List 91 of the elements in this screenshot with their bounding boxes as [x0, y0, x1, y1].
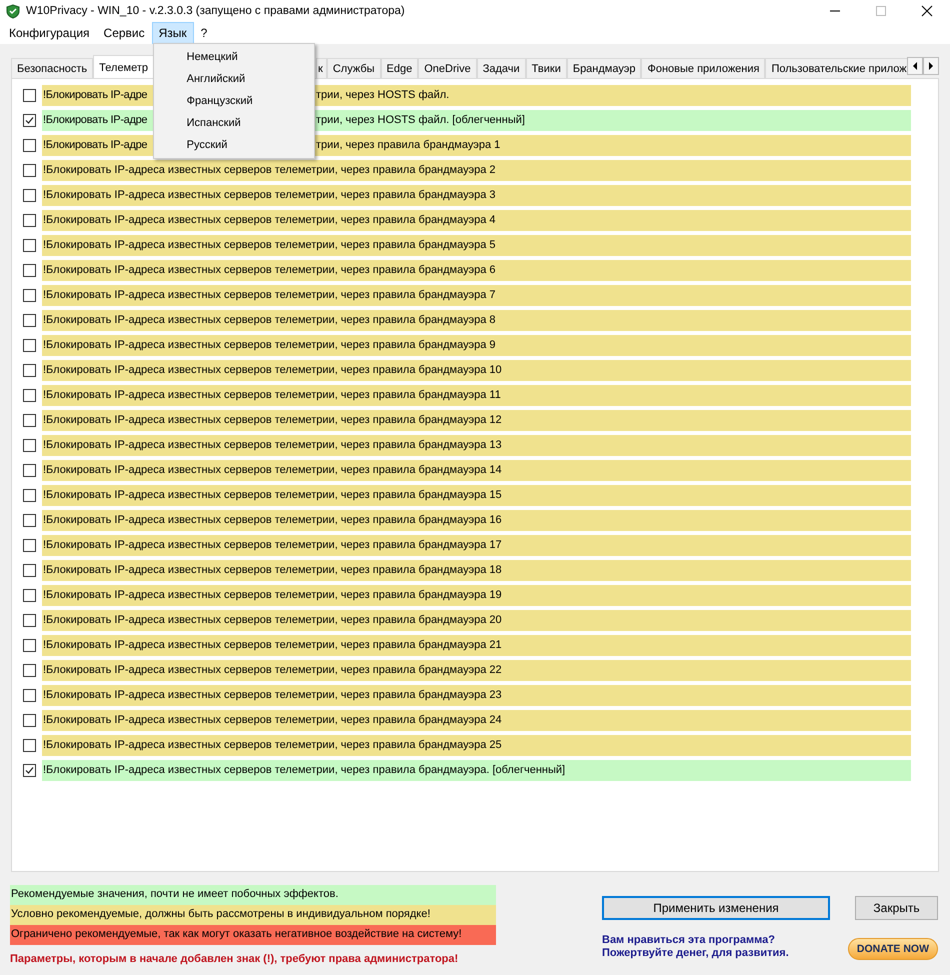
setting-label: !Блокировать IP-адреса известных серверов телеметрии, через правила брандмауэра 5 [42, 235, 911, 256]
setting-label: !Блокировать IP-адреса известных серверов телеметрии, через правила брандмауэра 7 [42, 285, 911, 306]
tab[interactable]: OneDrive [418, 58, 477, 78]
checkbox[interactable] [23, 689, 36, 702]
checkbox[interactable] [23, 564, 36, 577]
setting-label-part: трии, через HOSTS файл. [316, 88, 450, 103]
menu-option[interactable]: Английский [154, 68, 314, 90]
checkbox[interactable] [23, 289, 36, 302]
setting-label: !Блокировать IP-адреса известных серверов телеметрии, через правила брандмауэра 2 [42, 160, 911, 181]
setting-label-part: !Блокировать IP-адре [43, 89, 148, 101]
legend-item: Рекомендуемые значения, почти не имеет побочных эффектов. [10, 885, 496, 905]
checkbox[interactable] [23, 614, 36, 627]
checkbox[interactable] [23, 214, 36, 227]
dialog-button[interactable]: Применить изменения [602, 896, 830, 920]
setting-label: !Блокировать IP-адреса известных серверов телеметрии, через правила брандмауэра 23 [42, 685, 911, 706]
checkbox[interactable] [23, 139, 36, 152]
tab[interactable]: Edge [380, 58, 418, 78]
setting-label: !Блокировать IP-адреса известных серверов телеметрии, через правила брандмауэра 10 [42, 360, 911, 381]
setting-label: !Блокировать IP-адреса известных серверов телеметрии, через правила брандмауэра 20 [42, 610, 911, 631]
checkbox[interactable] [23, 164, 36, 177]
setting-label: !Блокировать IP-адреса известных серверов телеметрии, через правила брандмауэра 17 [42, 535, 911, 556]
donate-text: Вам нравиться эта программа? Пожертвуйте денег, для развития. [602, 934, 789, 960]
menu-item[interactable]: Язык [152, 22, 194, 44]
menu-option[interactable]: Русский [154, 134, 314, 156]
tab[interactable]: Твики [526, 58, 567, 78]
menu-option[interactable]: Немецкий [154, 46, 314, 68]
checkbox[interactable] [23, 339, 36, 352]
checkbox[interactable] [23, 114, 36, 127]
setting-label-part: !Блокировать IP-адре [43, 114, 148, 126]
setting-label: !Блокировать IP-адреса известных серверов телеметрии, через правила брандмауэра 15 [42, 485, 911, 506]
checkbox[interactable] [23, 414, 36, 427]
menu-option[interactable]: Испанский [154, 112, 314, 134]
checkbox[interactable] [23, 239, 36, 252]
setting-label: !Блокировать IP-адреса известных серверов телеметрии, через правила брандмауэра 18 [42, 560, 911, 581]
tab[interactable]: Фоновые приложения [641, 58, 766, 78]
tab[interactable]: Телеметр [93, 55, 154, 78]
setting-label: !Блокировать IP-адреса известных серверов телеметрии, через правила брандмауэра 3 [42, 185, 911, 206]
tab[interactable]: к [316, 58, 327, 78]
checkbox[interactable] [23, 389, 36, 402]
legend-item: Ограничено рекомендуемые, так как могут оказать негативное воздействие на систему! [10, 925, 496, 945]
legend-item: Условно рекомендуемые, должны быть рассмотрены в индивидуальном порядке! [10, 905, 496, 925]
tab[interactable]: Задачи [476, 58, 526, 78]
checkbox[interactable] [23, 639, 36, 652]
setting-label: !Блокировать IP-адреса известных серверов телеметрии, через правила брандмауэра 14 [42, 460, 911, 481]
setting-label: !Блокировать IP-адреса известных серверов телеметрии, через правила брандмауэра 12 [42, 410, 911, 431]
tab[interactable]: Безопасность [11, 58, 94, 78]
checkbox[interactable] [23, 439, 36, 452]
setting-label-part: !Блокировать IP-адре [43, 139, 148, 151]
menu-item[interactable]: Конфигурация [2, 22, 97, 44]
tab[interactable]: Службы [326, 58, 381, 78]
setting-label: !Блокировать IP-адреса известных серверов телеметрии, через правила брандмауэра 6 [42, 260, 911, 281]
tab[interactable]: Брандмауэр [566, 58, 642, 78]
checkbox[interactable] [23, 189, 36, 202]
admin-note: Параметры, которым в начале добавлен знак (!), требуют права администратора! [10, 953, 460, 965]
donate-button[interactable]: DONATE NOW [848, 938, 938, 960]
checkbox[interactable] [23, 364, 36, 377]
setting-label: !Блокировать IP-адреса известных серверов телеметрии, через правила брандмауэра 25 [42, 735, 911, 756]
setting-label-part: трии, через HOSTS файл. [облегченный] [316, 113, 525, 128]
setting-label: !Блокировать IP-адреса известных серверов телеметрии, через правила брандмауэра 4 [42, 210, 911, 231]
checkbox[interactable] [23, 89, 36, 102]
checkbox[interactable] [23, 514, 36, 527]
checkbox[interactable] [23, 739, 36, 752]
setting-label: !Блокировать IP-адреса известных серверов телеметрии, через правила брандмауэра. [облегченный] [42, 760, 911, 781]
checkbox[interactable] [23, 464, 36, 477]
shield-icon [6, 4, 20, 18]
menu-item[interactable]: Сервис [96, 22, 152, 44]
setting-label: !Блокировать IP-адреса известных серверов телеметрии, через правила брандмауэра 13 [42, 435, 911, 456]
setting-label: !Блокировать IP-адреса известных серверов телеметрии, через правила брандмауэра 8 [42, 310, 911, 331]
checkbox[interactable] [23, 314, 36, 327]
menu-option[interactable]: Французский [154, 90, 314, 112]
scroll-right-icon[interactable] [923, 57, 939, 75]
setting-label: !Блокировать IP-адреса известных серверов телеметрии, через правила брандмауэра 16 [42, 510, 911, 531]
setting-label: !Блокировать IP-адреса известных серверов телеметрии, через правила брандмауэра 22 [42, 660, 911, 681]
checkbox[interactable] [23, 264, 36, 277]
checkbox[interactable] [23, 764, 36, 777]
setting-label: !Блокировать IP-адреса известных серверов телеметрии, через правила брандмауэра 19 [42, 585, 911, 606]
checkbox[interactable] [23, 489, 36, 502]
checkbox[interactable] [23, 589, 36, 602]
setting-label-part: трии, через правила брандмауэра 1 [316, 138, 500, 153]
window-title: W10Privacy - WIN_10 - v.2.3.0.3 (запущено с правами администратора) [26, 5, 406, 17]
tab[interactable]: Пользовательские прилож [765, 58, 907, 78]
setting-label: !Блокировать IP-адреса известных серверов телеметрии, через правила брандмауэра 24 [42, 710, 911, 731]
dialog-button[interactable]: Закрыть [855, 896, 938, 920]
checkbox[interactable] [23, 539, 36, 552]
setting-label: !Блокировать IP-адреса известных серверов телеметрии, через правила брандмауэра 21 [42, 635, 911, 656]
setting-label: !Блокировать IP-адреса известных серверов телеметрии, через правила брандмауэра 11 [42, 385, 911, 406]
scroll-left-icon[interactable] [907, 57, 923, 75]
menu-item[interactable]: ? [194, 22, 214, 44]
checkbox[interactable] [23, 714, 36, 727]
setting-label: !Блокировать IP-адреса известных серверов телеметрии, через правила брандмауэра 9 [42, 335, 911, 356]
checkbox[interactable] [23, 664, 36, 677]
